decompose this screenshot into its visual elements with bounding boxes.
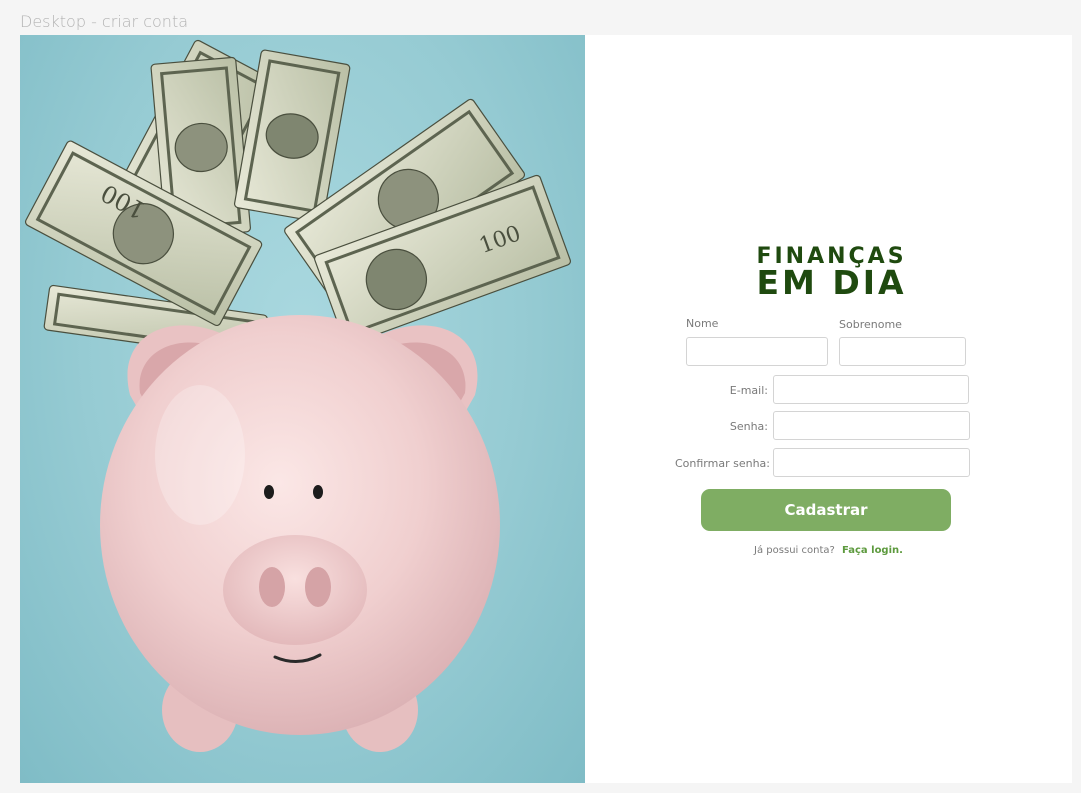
last-name-label: Sobrenome xyxy=(839,318,902,331)
last-name-input[interactable] xyxy=(839,337,966,366)
first-name-input[interactable] xyxy=(686,337,828,366)
submit-button[interactable]: Cadastrar xyxy=(701,489,951,531)
piggy-bank-icon: 100 100 xyxy=(24,39,571,752)
password-label: Senha: xyxy=(729,420,768,433)
signup-page: 100 100 FINANÇAS EM DIA Nome Sobrenome E… xyxy=(20,35,1072,783)
frame-label: Desktop - criar conta xyxy=(20,12,189,31)
password-input[interactable] xyxy=(773,411,970,440)
login-prompt-line: Já possui conta? Faça login. xyxy=(585,545,1072,556)
email-label: E-mail: xyxy=(729,384,768,397)
confirm-password-label: Confirmar senha: xyxy=(674,457,770,470)
login-link[interactable]: Faça login. xyxy=(842,545,903,556)
hero-image: 100 100 xyxy=(20,35,585,783)
email-input[interactable] xyxy=(773,375,969,404)
login-prompt-text: Já possui conta? xyxy=(754,545,835,556)
confirm-password-input[interactable] xyxy=(773,448,970,477)
brand-logo-line2: EM DIA xyxy=(756,263,907,302)
signup-form: FINANÇAS EM DIA Nome Sobrenome E-mail: S… xyxy=(585,35,1072,783)
first-name-label: Nome xyxy=(686,317,719,330)
